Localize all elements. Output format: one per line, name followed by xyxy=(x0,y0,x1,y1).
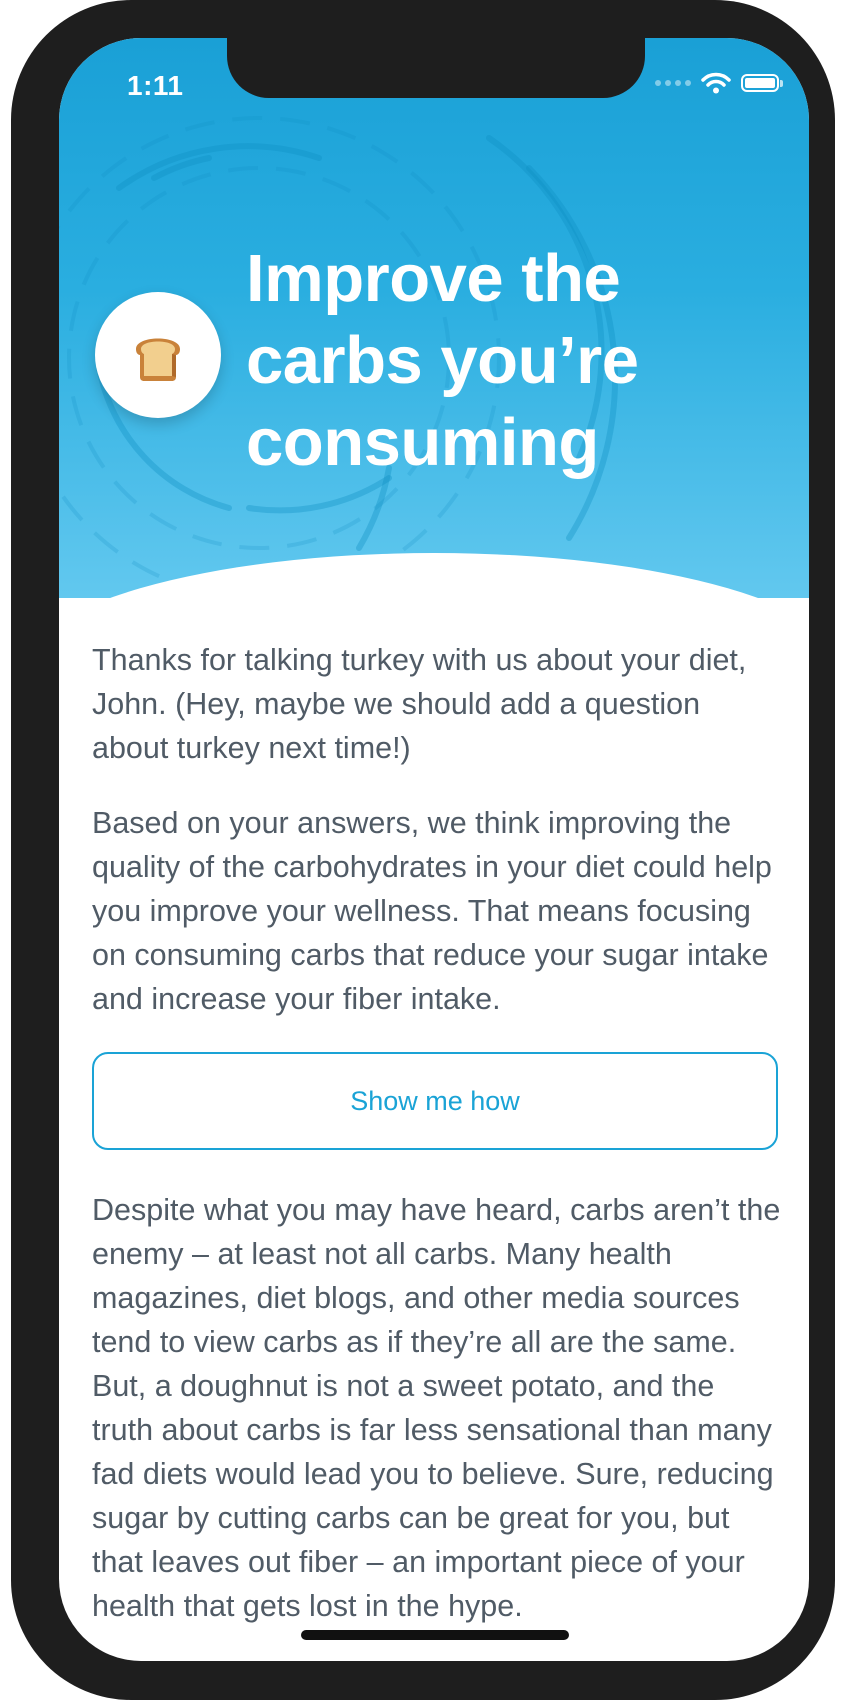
page-title: Improve the carbs you’re consuming xyxy=(246,241,639,480)
volume-down-button xyxy=(11,500,25,622)
battery-icon xyxy=(741,74,783,92)
device-notch xyxy=(227,38,645,98)
show-me-how-button[interactable]: Show me how xyxy=(92,1052,778,1150)
mute-switch xyxy=(11,237,25,307)
volume-up-button xyxy=(11,362,25,484)
bread-icon-badge xyxy=(95,292,221,418)
wifi-icon xyxy=(701,72,731,94)
intro-paragraph: Thanks for talking turkey with us about … xyxy=(92,643,747,765)
carbs-info-paragraph: Despite what you may have heard, carbs a… xyxy=(92,1193,781,1623)
recommendation-paragraph: Based on your answers, we think improvin… xyxy=(92,806,772,1016)
status-time: 1:11 xyxy=(127,70,184,101)
phone-frame: 1:11 Improve the carbs you’re consuming … xyxy=(11,0,835,1700)
power-button xyxy=(821,362,835,562)
main-content: Thanks for talking turkey with us about … xyxy=(92,638,782,1659)
cellular-signal-icon xyxy=(655,80,691,86)
status-icons xyxy=(655,72,783,94)
bread-icon xyxy=(136,338,180,381)
hero-header: 1:11 Improve the carbs you’re consuming xyxy=(59,38,809,673)
screen: 1:11 Improve the carbs you’re consuming … xyxy=(59,38,809,1661)
home-indicator[interactable] xyxy=(301,1630,569,1640)
